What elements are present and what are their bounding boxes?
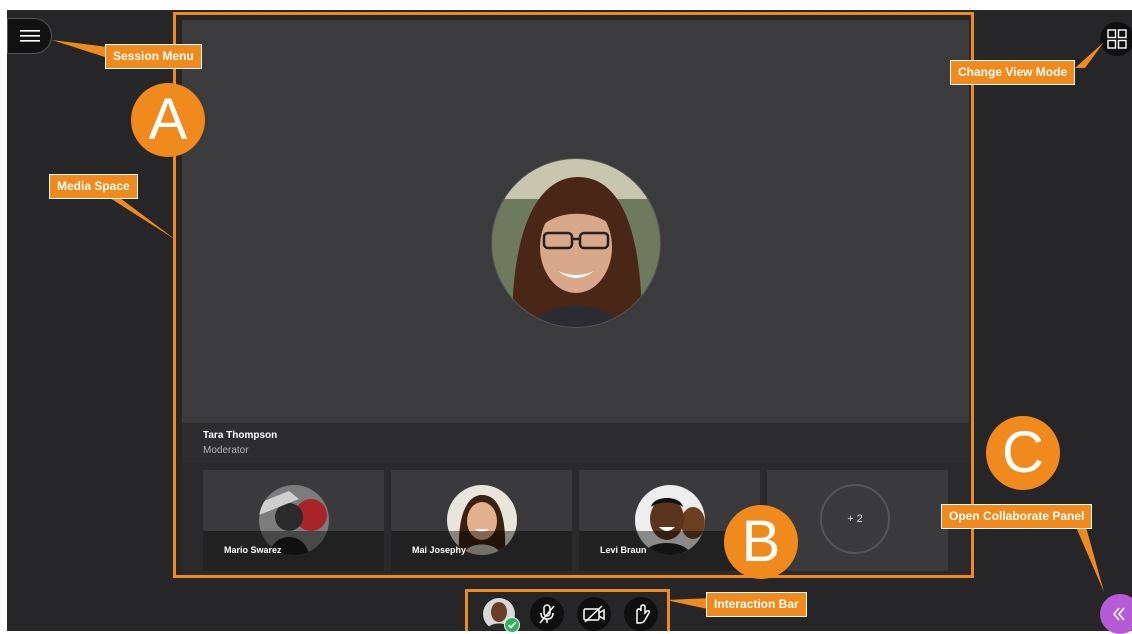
camera-toggle-button[interactable] (577, 597, 611, 631)
session-menu-button[interactable] (7, 18, 52, 54)
my-status-button[interactable] (482, 597, 520, 633)
chevron-double-left-icon (1112, 607, 1125, 621)
interaction-bar-callout: Interaction Bar (706, 592, 807, 617)
change-view-mode-button[interactable] (1100, 22, 1132, 56)
session-menu-callout: Session Menu (105, 44, 202, 69)
media-space-highlight (173, 12, 974, 578)
marker-c: C (986, 416, 1060, 490)
microphone-muted-icon (539, 604, 555, 624)
open-collaborate-panel-button[interactable] (1100, 594, 1132, 634)
microphone-toggle-button[interactable] (530, 597, 564, 631)
marker-b: B (724, 505, 798, 579)
hamburger-icon (19, 30, 40, 42)
media-space-callout: Media Space (49, 174, 138, 199)
camera-off-icon (583, 605, 605, 623)
grid-icon (1107, 29, 1127, 49)
marker-a: A (131, 83, 205, 157)
change-view-mode-callout: Change View Mode (950, 60, 1076, 85)
open-collaborate-panel-callout: Open Collaborate Panel (941, 504, 1093, 529)
raise-hand-icon (636, 604, 651, 624)
raise-hand-button[interactable] (624, 597, 658, 631)
